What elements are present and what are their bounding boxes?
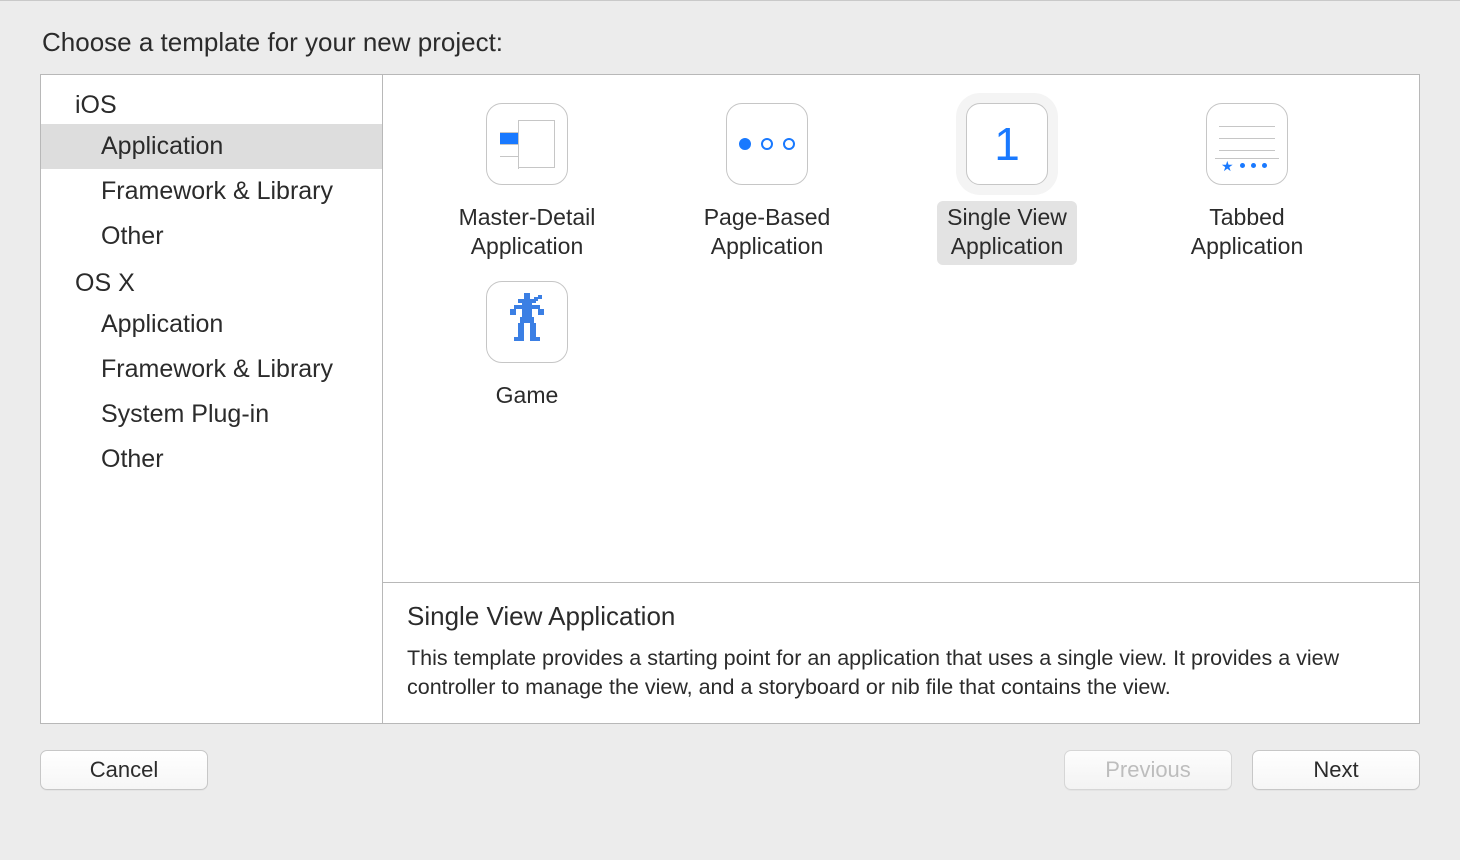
sidebar-item-ios-other[interactable]: Other [41, 214, 382, 259]
template-label: Page-Based Application [704, 203, 831, 261]
new-project-sheet: Choose a template for your new project: … [0, 0, 1460, 820]
template-single-view[interactable]: 1 Single View Application [887, 95, 1127, 273]
sheet-footer: Cancel Previous Next [0, 724, 1460, 820]
template-label: Game [496, 381, 559, 410]
template-main: Master-Detail Application Page-Based App… [383, 75, 1419, 723]
template-page-based[interactable]: Page-Based Application [647, 95, 887, 273]
tabbed-icon: ★ [1206, 103, 1288, 185]
category-header-ios: iOS [41, 81, 382, 124]
template-game[interactable]: Game [407, 273, 647, 422]
previous-button[interactable]: Previous [1064, 750, 1232, 790]
sidebar-item-ios-framework-library[interactable]: Framework & Library [41, 169, 382, 214]
next-button[interactable]: Next [1252, 750, 1420, 790]
template-description: Single View Application This template pr… [383, 582, 1419, 723]
page-based-icon [726, 103, 808, 185]
sidebar-item-osx-application[interactable]: Application [41, 302, 382, 347]
description-body: This template provides a starting point … [407, 644, 1395, 701]
template-label: Master-Detail Application [459, 203, 596, 261]
template-master-detail[interactable]: Master-Detail Application [407, 95, 647, 273]
template-grid: Master-Detail Application Page-Based App… [383, 75, 1419, 582]
template-label: Tabbed Application [1191, 203, 1304, 261]
cancel-button[interactable]: Cancel [40, 750, 208, 790]
sidebar-item-osx-framework-library[interactable]: Framework & Library [41, 347, 382, 392]
template-label: Single View Application [947, 203, 1067, 261]
category-header-osx: OS X [41, 259, 382, 302]
game-icon [486, 281, 568, 363]
sheet-title: Choose a template for your new project: [0, 15, 1460, 74]
sidebar-item-ios-application[interactable]: Application [41, 124, 382, 169]
sidebar-item-osx-other[interactable]: Other [41, 437, 382, 482]
category-sidebar: iOS Application Framework & Library Othe… [41, 75, 383, 723]
sidebar-item-osx-system-plugin[interactable]: System Plug-in [41, 392, 382, 437]
single-view-icon: 1 [966, 103, 1048, 185]
description-title: Single View Application [407, 601, 1395, 632]
master-detail-icon [486, 103, 568, 185]
template-panel: iOS Application Framework & Library Othe… [40, 74, 1420, 724]
template-tabbed[interactable]: ★ Tabbed Application [1127, 95, 1367, 273]
